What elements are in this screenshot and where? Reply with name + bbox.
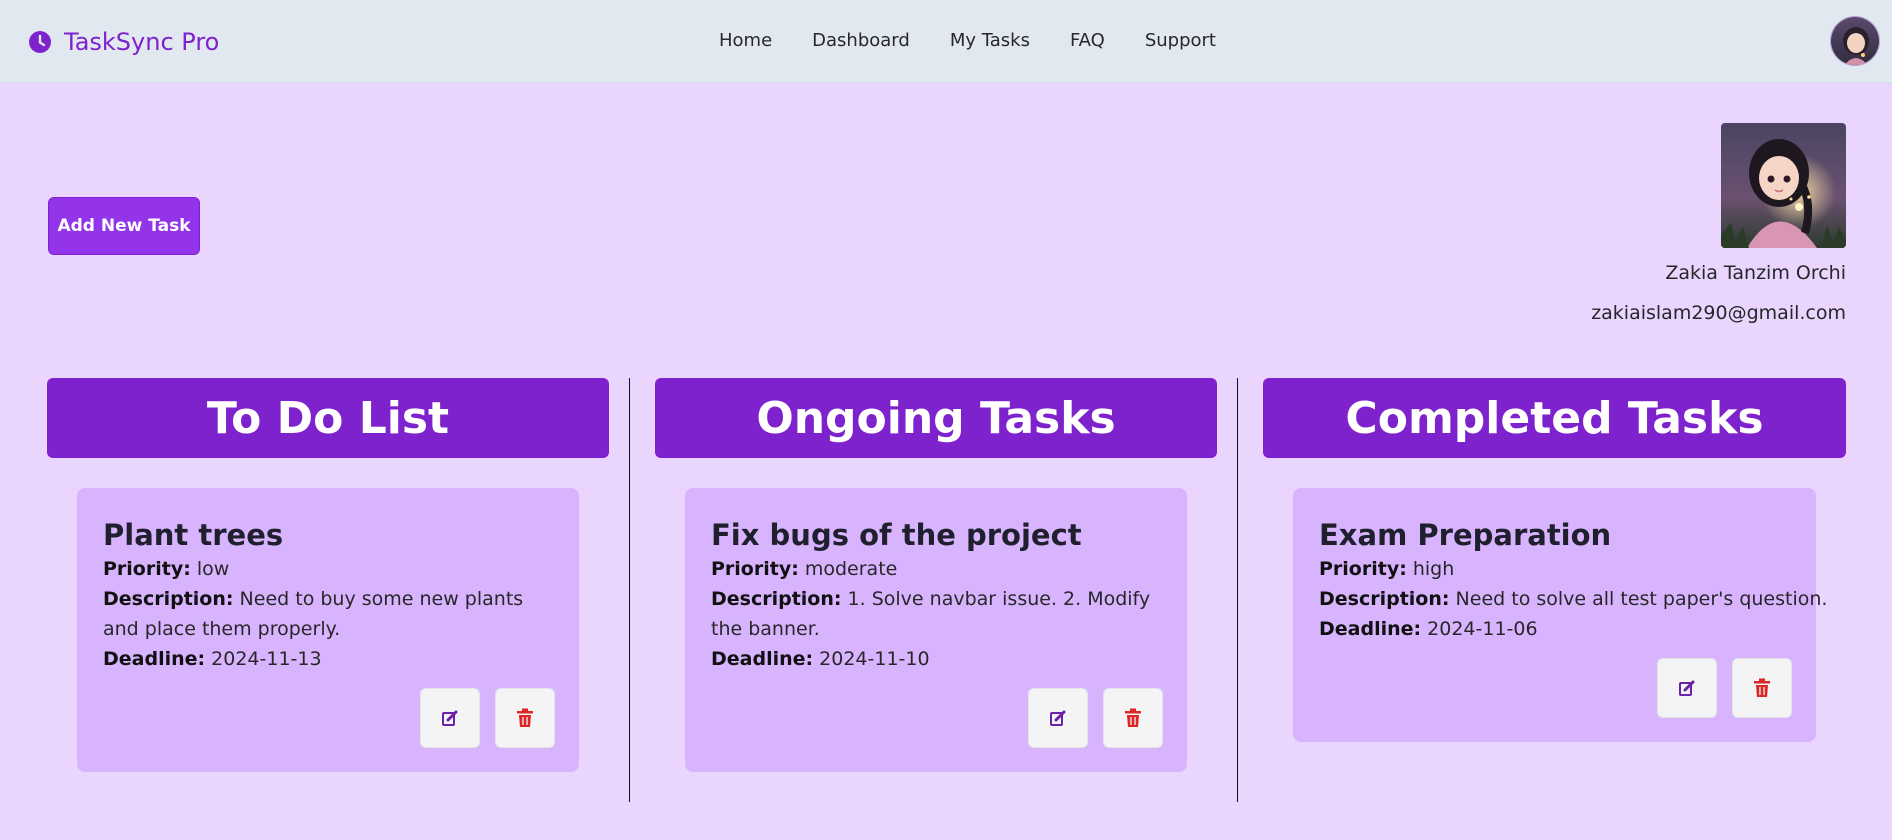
task-priority: Priority: high <box>1319 554 1792 584</box>
edit-task-button[interactable] <box>420 688 480 748</box>
edit-icon <box>1050 710 1066 726</box>
trash-icon <box>1754 678 1770 697</box>
delete-task-button[interactable] <box>1732 658 1792 718</box>
task-deadline: Deadline: 2024-11-10 <box>711 644 1163 674</box>
column-header-ongoing: Ongoing Tasks <box>655 378 1217 458</box>
task-title: Plant trees <box>103 518 284 552</box>
profile-name: Zakia Tanzim Orchi <box>1665 262 1846 284</box>
edit-task-button[interactable] <box>1657 658 1717 718</box>
deadline-value: 2024-11-10 <box>819 648 930 670</box>
priority-value: moderate <box>804 558 898 580</box>
brand-logo[interactable]: TaskSync Pro <box>28 27 219 57</box>
deadline-label: Deadline: <box>103 648 206 670</box>
add-new-task-button[interactable]: Add New Task <box>48 197 200 255</box>
brand-name: TaskSync Pro <box>64 28 220 56</box>
priority-label: Priority: <box>711 558 799 580</box>
profile-email: zakiaislam290@gmail.com <box>1591 302 1846 324</box>
task-priority: Priority: low <box>103 554 555 584</box>
navbar: TaskSync Pro Home Dashboard My Tasks FAQ… <box>0 0 1892 83</box>
task-card: Plant trees Priority: low Description: N… <box>77 488 579 772</box>
deadline-label: Deadline: <box>1319 618 1422 640</box>
deadline-value: 2024-11-06 <box>1427 618 1538 640</box>
task-description: Description: 1. Solve navbar issue. 2. M… <box>711 584 1163 644</box>
edit-icon <box>1679 680 1695 696</box>
deadline-value: 2024-11-13 <box>211 648 322 670</box>
column-header-todo: To Do List <box>47 378 609 458</box>
nav-link-faq[interactable]: FAQ <box>1070 30 1105 51</box>
nav-link-support[interactable]: Support <box>1145 30 1216 51</box>
trash-icon <box>1125 708 1141 727</box>
delete-task-button[interactable] <box>495 688 555 748</box>
task-deadline: Deadline: 2024-11-13 <box>103 644 555 674</box>
column-divider <box>1237 378 1238 802</box>
task-title: Fix bugs of the project <box>711 518 1082 552</box>
column-divider <box>629 378 630 802</box>
card-actions <box>1642 658 1792 718</box>
nav-link-dashboard[interactable]: Dashboard <box>812 30 910 51</box>
priority-value: high <box>1412 558 1455 580</box>
description-label: Description: <box>1319 588 1450 610</box>
edit-icon <box>442 710 458 726</box>
profile-image <box>1721 123 1846 248</box>
profile-photo <box>1721 123 1846 248</box>
task-description: Description: Need to buy some new plants… <box>103 584 555 644</box>
task-priority: Priority: moderate <box>711 554 1163 584</box>
priority-label: Priority: <box>1319 558 1407 580</box>
nav-links: Home Dashboard My Tasks FAQ Support <box>719 30 1256 51</box>
task-title: Exam Preparation <box>1319 518 1612 552</box>
clock-icon <box>29 31 51 53</box>
deadline-label: Deadline: <box>711 648 814 670</box>
delete-task-button[interactable] <box>1103 688 1163 748</box>
card-actions <box>405 688 555 748</box>
trash-icon <box>517 708 533 727</box>
nav-link-my-tasks[interactable]: My Tasks <box>950 30 1030 51</box>
avatar-image <box>1831 17 1879 65</box>
task-description: Description: Need to solve all test pape… <box>1319 584 1827 614</box>
task-card: Exam Preparation Priority: high Descript… <box>1293 488 1827 742</box>
description-label: Description: <box>711 588 842 610</box>
priority-value: low <box>196 558 230 580</box>
task-deadline: Deadline: 2024-11-06 <box>1319 614 1792 644</box>
task-card: Fix bugs of the project Priority: modera… <box>685 488 1187 772</box>
user-avatar[interactable] <box>1830 16 1880 66</box>
nav-link-home[interactable]: Home <box>719 30 772 51</box>
edit-task-button[interactable] <box>1028 688 1088 748</box>
description-value: Need to solve all test paper's question. <box>1455 588 1828 610</box>
card-actions <box>1013 688 1163 748</box>
description-label: Description: <box>103 588 234 610</box>
priority-label: Priority: <box>103 558 191 580</box>
column-header-completed: Completed Tasks <box>1263 378 1846 458</box>
